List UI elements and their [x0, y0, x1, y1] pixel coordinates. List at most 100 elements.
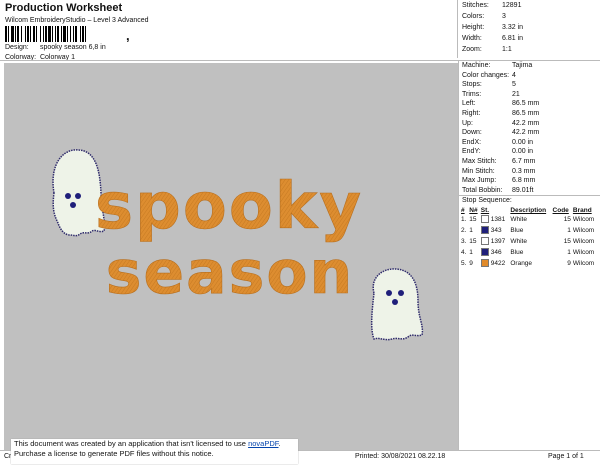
cell-n: 15 — [469, 236, 481, 247]
color-swatch — [480, 259, 489, 268]
barcode — [5, 26, 125, 42]
cell-st-text: 1397 — [490, 238, 506, 245]
setting-value: 0.00 in — [512, 148, 534, 156]
width-label: Width: — [462, 35, 482, 42]
setting-label: Machine: — [462, 62, 491, 69]
machine-setting-row: EndX: 0.00 in — [462, 139, 533, 146]
cell-desc-text: Blue — [510, 227, 524, 234]
machine-setting-row: Max Stitch: 6.7 mm — [462, 158, 535, 165]
cell-n-text: 15 — [469, 238, 477, 245]
license-notice: This document was created by an applicat… — [11, 439, 298, 464]
table-row: 1. 15 1381 White 15 Wilcom — [461, 214, 599, 225]
width-value: 6.81 in — [502, 35, 524, 42]
stitches-value: 12891 — [502, 2, 522, 9]
cell-code: 1 — [553, 225, 573, 236]
cell-st: 1381 — [480, 214, 511, 225]
cell-st-text: 9422 — [490, 260, 506, 267]
cell-code-text: 15 — [563, 238, 571, 245]
panel-divider — [459, 195, 600, 196]
cell-desc-text: Blue — [510, 249, 524, 256]
setting-label: EndX: — [462, 138, 482, 146]
cell-desc: Blue — [510, 247, 552, 258]
setting-label: Up: — [462, 119, 473, 127]
cell-code-text: 1 — [567, 249, 571, 256]
cell-brand: Wilcom — [573, 214, 599, 225]
summary-box: Stitches: 12891 Colors: 3 Height: 3.32 in W… — [457, 0, 600, 58]
design-preview: spooky season — [4, 63, 458, 450]
height-label: Height: — [462, 24, 485, 31]
cell-n: 15 — [469, 214, 481, 225]
zoom-row: Zoom: 1:1 — [462, 46, 512, 53]
novapdf-link[interactable]: novaPDF — [248, 439, 278, 448]
cell-desc-text: White — [510, 238, 527, 245]
cell-idx: 2. — [461, 225, 469, 236]
barcode-bar — [86, 26, 88, 42]
cell-code-text: 15 — [563, 216, 571, 223]
machine-setting-row: Color changes: 4 — [462, 72, 516, 79]
notice-line2: Purchase a license to generate PDF files… — [14, 449, 214, 458]
cell-n-text: 9 — [469, 260, 473, 267]
setting-value: 42.2 mm — [512, 119, 540, 127]
cell-desc-text: White — [510, 216, 527, 223]
cell-n: 1 — [469, 225, 481, 236]
cell-n: 1 — [469, 247, 481, 258]
stitches-row: Stitches: 12891 — [462, 2, 521, 9]
machine-setting-row: Left: 86.5 mm — [462, 100, 539, 107]
stop-sequence-table: # N# St. Description Code Brand 1. 15 1381 White… — [461, 207, 599, 269]
width-row: Width: 6.81 in — [462, 35, 523, 42]
color-swatch — [480, 248, 489, 257]
column-header: # — [461, 207, 465, 214]
embroidery-artwork: spooky season — [52, 149, 424, 341]
machine-setting-row: Max Jump: 6.8 mm — [462, 177, 535, 184]
page-number: Page 1 of 1 — [548, 453, 584, 460]
height-row: Height: 3.32 in — [462, 24, 523, 31]
setting-label: Min Stitch: — [462, 167, 495, 175]
cell-st: 346 — [480, 247, 511, 258]
setting-value: 21 — [512, 90, 520, 98]
cell-idx-text: 1. — [461, 216, 467, 223]
design-label: Design: — [5, 44, 29, 51]
cell-st: 9422 — [480, 258, 511, 269]
colors-label: Colors: — [462, 13, 485, 20]
setting-value: 86.5 mm — [512, 110, 540, 117]
cell-brand: Wilcom — [573, 225, 599, 236]
table-row: 3. 15 1397 White 15 Wilcom — [461, 236, 599, 247]
setting-label: Max Jump: — [462, 177, 497, 185]
setting-label: Trims: — [462, 90, 482, 98]
table-row: 2. 1 343 Blue 1 Wilcom — [461, 225, 599, 236]
cell-brand-text: Wilcom — [572, 260, 595, 267]
height-value: 3.32 in — [502, 24, 524, 31]
machine-setting-row: EndY: 0.00 in — [462, 148, 533, 155]
machine-setting-row: Total Bobbin: 89.01ft — [462, 187, 533, 194]
stop-sequence-header: # N# St. Description Code Brand — [461, 207, 599, 214]
table-row: 5. 9 9422 Orange 9 Wilcom — [461, 258, 599, 269]
setting-value: 0.00 in — [512, 138, 534, 146]
cell-idx-text: 2. — [461, 227, 467, 234]
zoom-label: Zoom: — [462, 46, 482, 53]
cell-code: 9 — [553, 258, 573, 269]
setting-label: EndY: — [462, 148, 481, 156]
cell-idx: 5. — [461, 258, 469, 269]
cell-idx: 4. — [461, 247, 469, 258]
design-value: spooky season 6,8 in — [39, 44, 106, 51]
cell-desc-text: Orange — [510, 260, 533, 267]
cell-st-text: 1381 — [490, 216, 506, 223]
column-header: Code — [552, 207, 569, 214]
setting-label: Stops: — [462, 81, 482, 89]
cell-idx: 1. — [461, 214, 469, 225]
machine-setting-row: Up: 42.2 mm — [462, 120, 539, 127]
setting-label: Max Stitch: — [462, 158, 497, 165]
setting-value: 89.01ft — [512, 186, 534, 194]
cell-brand: Wilcom — [573, 258, 599, 269]
machine-setting-row: Trims: 21 — [462, 91, 520, 98]
zoom-value: 1:1 — [502, 46, 512, 53]
barcode-suffix: , — [126, 28, 130, 43]
cell-brand-text: Wilcom — [572, 227, 595, 234]
machine-setting-row: Right: 86.5 mm — [462, 110, 539, 117]
cell-idx-text: 3. — [461, 238, 467, 245]
cell-code: 15 — [553, 236, 573, 247]
printed-date: Printed: 30/08/2021 08.22.18 — [355, 453, 446, 460]
cell-desc: White — [510, 236, 552, 247]
setting-value: 6.8 mm — [512, 177, 536, 185]
cell-st: 1397 — [480, 236, 511, 247]
